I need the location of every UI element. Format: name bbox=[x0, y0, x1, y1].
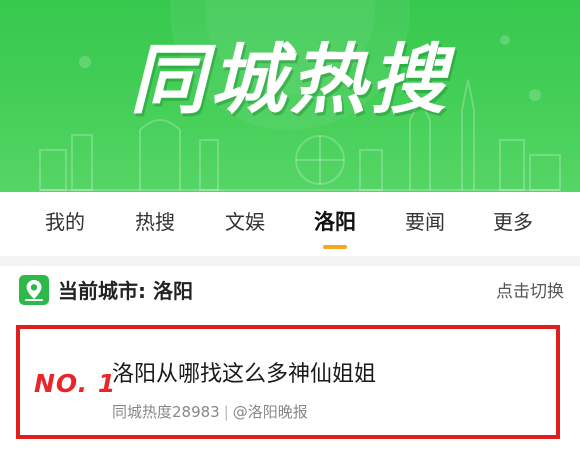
banner: 同城热搜 bbox=[0, 0, 580, 192]
tab-luoyang[interactable]: 洛阳 bbox=[300, 204, 370, 249]
tab-headlines[interactable]: 要闻 bbox=[390, 204, 460, 240]
hot-item-meta: 同城热度28983 | @洛阳晚报 bbox=[112, 401, 308, 423]
tab-more[interactable]: 更多 bbox=[478, 204, 548, 240]
rank-badge: NO. 1 bbox=[34, 369, 117, 398]
tab-mine[interactable]: 我的 bbox=[30, 204, 100, 240]
tab-hot-search[interactable]: 热搜 bbox=[120, 204, 190, 240]
section-divider bbox=[0, 256, 580, 266]
location-pin-icon bbox=[19, 275, 49, 305]
tab-entertainment[interactable]: 文娱 bbox=[210, 204, 280, 240]
hot-search-item[interactable]: NO. 1 洛阳从哪找这么多神仙姐姐 同城热度28983 | @洛阳晚报 bbox=[16, 325, 560, 439]
active-tab-indicator bbox=[323, 245, 347, 249]
category-tabs: 我的 热搜 文娱 洛阳 要闻 更多 bbox=[0, 192, 580, 256]
switch-city-button[interactable]: 点击切换 bbox=[496, 278, 564, 306]
hot-item-title[interactable]: 洛阳从哪找这么多神仙姐姐 bbox=[112, 359, 376, 391]
current-city-name: 洛阳 bbox=[152, 279, 193, 303]
current-city-row: 当前城市: 洛阳 点击切换 bbox=[0, 266, 580, 318]
current-city-prefix: 当前城市: bbox=[58, 279, 153, 303]
tab-luoyang-label: 洛阳 bbox=[314, 210, 356, 234]
heat-label: 同城热度28983 bbox=[112, 403, 220, 421]
banner-title: 同城热搜 bbox=[130, 35, 450, 124]
current-city-label: 当前城市: 洛阳 bbox=[58, 274, 193, 308]
meta-separator: | bbox=[223, 403, 229, 421]
source-label[interactable]: @洛阳晚报 bbox=[233, 403, 308, 421]
